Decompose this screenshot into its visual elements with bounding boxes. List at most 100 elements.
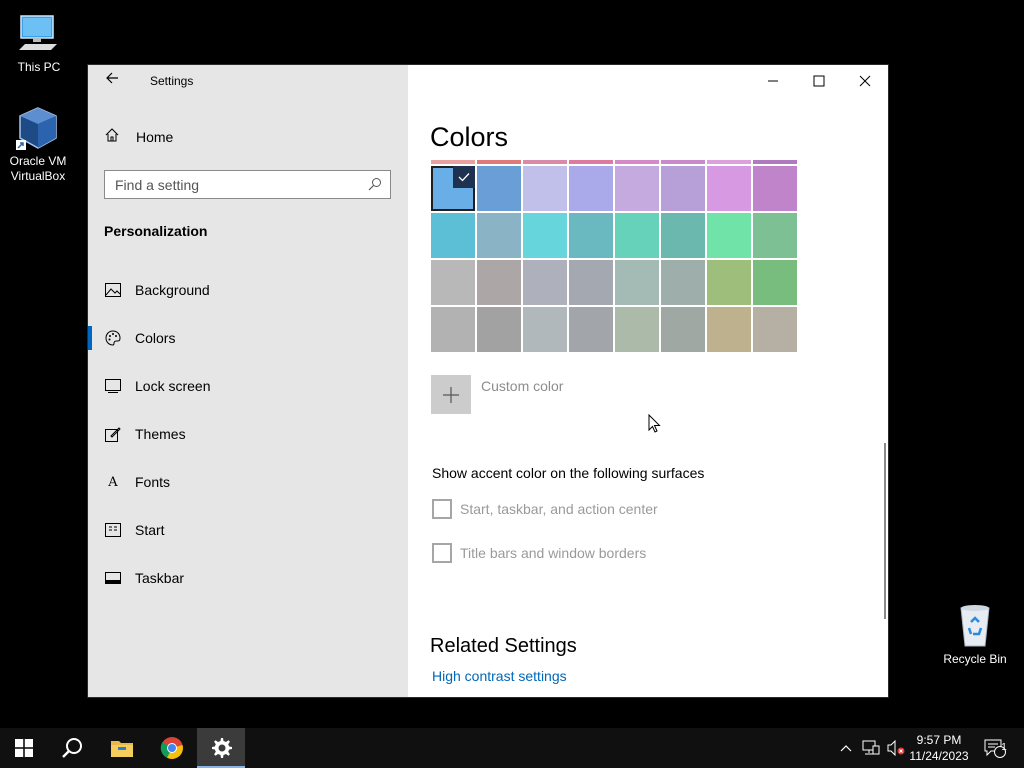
accent-color-swatch[interactable]	[477, 166, 521, 211]
accent-color-strip	[615, 160, 659, 164]
close-icon	[859, 75, 871, 87]
volume-button[interactable]	[884, 728, 908, 768]
start-icon	[104, 521, 122, 539]
taskbar: 9:57 PM 11/24/2023 1	[0, 728, 1024, 768]
checkbox-start-taskbar[interactable]: Start, taskbar, and action center	[432, 499, 658, 519]
desktop-icon-virtualbox[interactable]: Oracle VM VirtualBox	[0, 104, 76, 184]
nav-item-fonts[interactable]: A Fonts	[88, 458, 408, 506]
nav-item-lock-screen[interactable]: Lock screen	[88, 362, 408, 410]
page-title: Colors	[430, 122, 509, 152]
minimize-icon	[768, 80, 778, 82]
accent-color-swatch[interactable]	[753, 213, 797, 258]
nav-item-start[interactable]: Start	[88, 506, 408, 554]
notification-count-badge: 1	[1001, 742, 1007, 753]
accent-color-swatch[interactable]	[523, 213, 567, 258]
checkbox-box[interactable]	[432, 543, 452, 563]
close-button[interactable]	[842, 65, 888, 97]
checkbox-title-bars[interactable]: Title bars and window borders	[432, 543, 646, 563]
accent-color-swatch[interactable]	[707, 260, 751, 305]
accent-color-swatch[interactable]	[431, 260, 475, 305]
nav-item-label: Start	[135, 522, 165, 538]
file-explorer-icon	[111, 741, 133, 757]
settings-content: Colors Custom color Show accent color on…	[408, 65, 888, 697]
desktop-icon-this-pc[interactable]: This PC	[1, 10, 77, 75]
accent-color-swatch[interactable]	[707, 307, 751, 352]
nav-item-taskbar[interactable]: Taskbar	[88, 554, 408, 602]
action-center-button[interactable]: 1	[978, 728, 1012, 768]
back-arrow-icon[interactable]	[102, 71, 122, 91]
accent-color-swatch[interactable]	[661, 166, 705, 211]
accent-color-swatch[interactable]	[431, 307, 475, 352]
accent-color-swatch[interactable]	[477, 260, 521, 305]
accent-color-swatch[interactable]	[523, 166, 567, 211]
accent-color-swatch[interactable]	[477, 213, 521, 258]
network-button[interactable]	[859, 728, 883, 768]
desktop-icon-label: Oracle VM VirtualBox	[9, 154, 67, 183]
desktop-icon-label: Recycle Bin	[943, 652, 1007, 666]
accent-color-swatch[interactable]	[753, 260, 797, 305]
accent-color-strip	[523, 160, 567, 164]
search-box[interactable]	[104, 170, 391, 199]
section-title: Personalization	[104, 223, 208, 239]
taskbar-search-button[interactable]	[48, 728, 96, 768]
accent-color-swatch[interactable]	[569, 260, 613, 305]
accent-color-swatch[interactable]	[569, 213, 613, 258]
taskbar-clock[interactable]: 9:57 PM 11/24/2023	[906, 732, 972, 764]
accent-color-swatch[interactable]	[661, 260, 705, 305]
start-button[interactable]	[0, 728, 48, 768]
accent-color-swatch[interactable]	[523, 260, 567, 305]
nav-item-label: Themes	[135, 426, 186, 442]
accent-color-swatch[interactable]	[477, 307, 521, 352]
settings-taskbar-button[interactable]	[197, 728, 245, 768]
accent-color-swatch[interactable]	[569, 166, 613, 211]
custom-color-button[interactable]: Custom color	[431, 375, 563, 414]
chrome-icon	[160, 737, 183, 759]
accent-color-swatch[interactable]	[569, 307, 613, 352]
nav-item-colors[interactable]: Colors	[88, 314, 408, 362]
search-icon[interactable]	[368, 177, 382, 191]
accent-color-swatch[interactable]	[615, 260, 659, 305]
scrollbar[interactable]	[884, 443, 886, 619]
accent-color-swatch[interactable]	[661, 213, 705, 258]
accent-color-swatch[interactable]	[615, 307, 659, 352]
accent-color-swatch[interactable]	[661, 307, 705, 352]
nav-item-background[interactable]: Background	[88, 266, 408, 314]
nav-home[interactable]: Home	[104, 127, 173, 146]
windows-start-icon	[15, 739, 33, 757]
accent-color-swatch[interactable]	[753, 307, 797, 352]
accent-color-swatch[interactable]	[753, 166, 797, 211]
custom-color-label: Custom color	[481, 378, 564, 394]
accent-color-swatch[interactable]	[431, 166, 475, 211]
checkbox-label: Start, taskbar, and action center	[460, 501, 658, 517]
nav-home-label: Home	[136, 128, 174, 145]
accent-color-swatch[interactable]	[615, 213, 659, 258]
accent-color-swatch[interactable]	[707, 213, 751, 258]
accent-color-swatch[interactable]	[431, 213, 475, 258]
lock-screen-icon	[104, 377, 122, 395]
nav-item-label: Fonts	[135, 474, 171, 490]
accent-color-swatch[interactable]	[615, 166, 659, 211]
desktop-icon-recycle-bin[interactable]: Recycle Bin	[937, 602, 1013, 667]
accent-color-swatch[interactable]	[707, 166, 751, 211]
accent-color-strip	[569, 160, 613, 164]
network-icon	[862, 740, 880, 755]
nav-item-themes[interactable]: Themes	[88, 410, 408, 458]
accent-color-strip	[431, 160, 475, 164]
accent-color-swatch[interactable]	[523, 307, 567, 352]
checkbox-box[interactable]	[432, 499, 452, 519]
file-explorer-button[interactable]	[98, 728, 146, 768]
show-hidden-icons-button[interactable]	[836, 728, 856, 768]
search-input[interactable]	[105, 171, 355, 198]
minimize-button[interactable]	[750, 65, 796, 97]
nav-list: Background Colors Lock screen Themes A F…	[88, 266, 408, 602]
chrome-button[interactable]	[148, 728, 196, 768]
accent-surfaces-heading: Show accent color on the following surfa…	[432, 465, 705, 481]
app-title: Settings	[150, 74, 194, 88]
maximize-button[interactable]	[796, 65, 842, 97]
chevron-up-icon	[840, 745, 852, 752]
virtualbox-icon	[16, 107, 57, 150]
clock-date: 11/24/2023	[909, 749, 969, 763]
high-contrast-link[interactable]: High contrast settings	[432, 668, 567, 684]
accent-color-strip	[707, 160, 751, 164]
picture-icon	[104, 281, 122, 299]
